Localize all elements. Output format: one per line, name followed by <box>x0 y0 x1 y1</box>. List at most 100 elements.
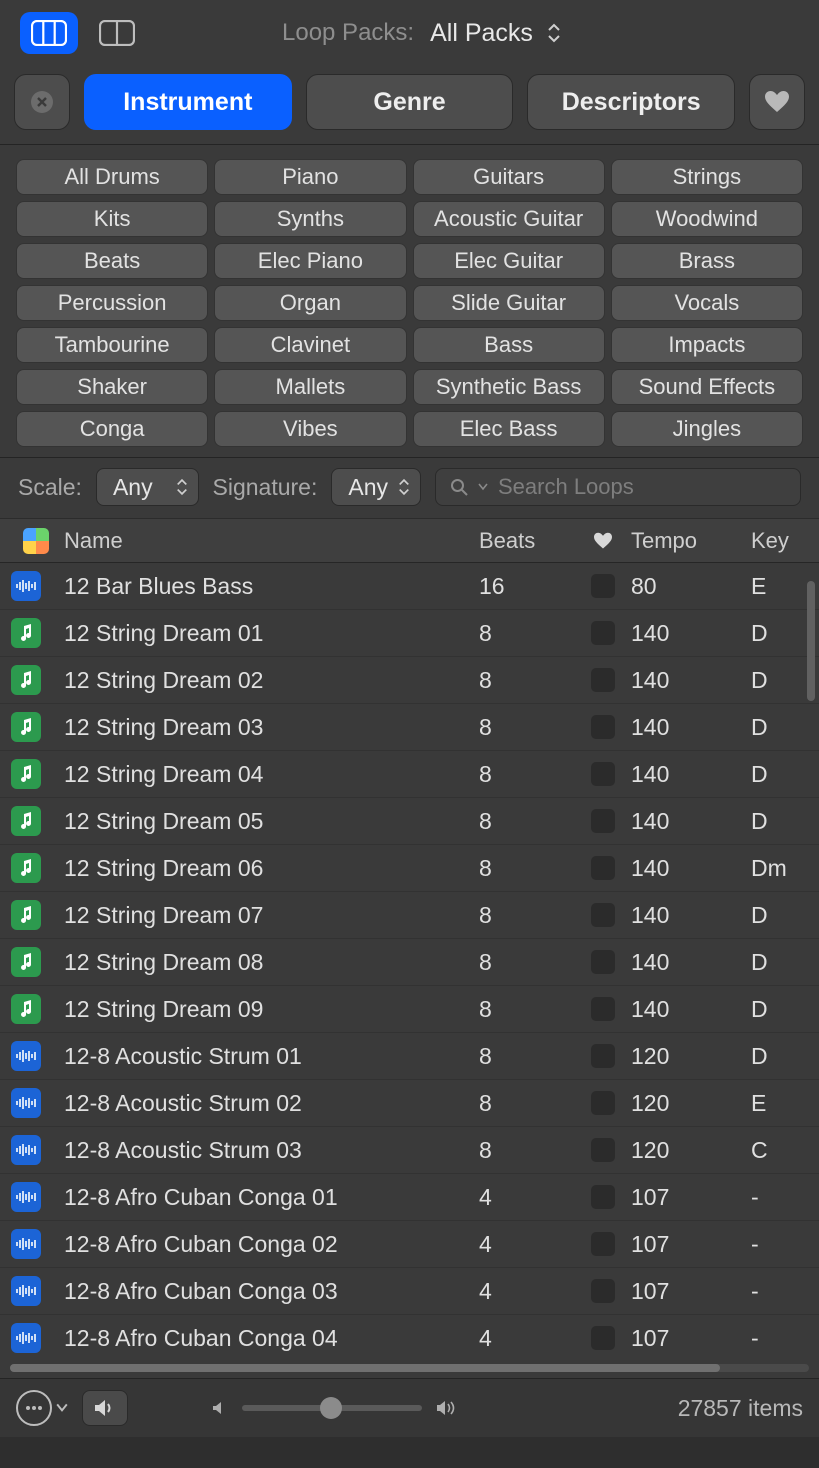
tag-synthetic-bass[interactable]: Synthetic Bass <box>413 369 605 405</box>
close-circle-icon <box>30 90 54 114</box>
tag-vocals[interactable]: Vocals <box>611 285 803 321</box>
table-row[interactable]: 12 String Dream 068140Dm <box>0 845 819 892</box>
tag-synths[interactable]: Synths <box>214 201 406 237</box>
signature-popup[interactable]: Any <box>331 468 421 506</box>
tag-strings[interactable]: Strings <box>611 159 803 195</box>
loop-tempo: 140 <box>631 620 751 647</box>
table-row[interactable]: 12 String Dream 098140D <box>0 986 819 1033</box>
table-row[interactable]: 12 String Dream 038140D <box>0 704 819 751</box>
favorite-checkbox[interactable] <box>591 668 615 692</box>
loop-packs-select[interactable]: All Packs <box>430 19 561 48</box>
table-row[interactable]: 12-8 Afro Cuban Conga 034107- <box>0 1268 819 1315</box>
options-menu[interactable] <box>16 1390 68 1426</box>
more-options-button[interactable] <box>16 1390 52 1426</box>
favorite-checkbox[interactable] <box>591 997 615 1021</box>
table-row[interactable]: 12-8 Acoustic Strum 028120E <box>0 1080 819 1127</box>
scrollbar-thumb[interactable] <box>10 1364 720 1372</box>
volume-slider[interactable] <box>242 1405 422 1411</box>
tab-genre[interactable]: Genre <box>306 74 514 130</box>
favorite-checkbox[interactable] <box>591 715 615 739</box>
favorite-checkbox[interactable] <box>591 762 615 786</box>
tab-descriptors[interactable]: Descriptors <box>527 74 735 130</box>
favorite-checkbox[interactable] <box>591 1138 615 1162</box>
table-row[interactable]: 12-8 Afro Cuban Conga 044107- <box>0 1315 819 1359</box>
tag-shaker[interactable]: Shaker <box>16 369 208 405</box>
favorite-checkbox[interactable] <box>591 1326 615 1350</box>
table-row[interactable]: 12-8 Afro Cuban Conga 024107- <box>0 1221 819 1268</box>
loop-key: E <box>751 573 805 600</box>
tag-piano[interactable]: Piano <box>214 159 406 195</box>
col-tempo[interactable]: Tempo <box>631 528 751 554</box>
col-key[interactable]: Key <box>751 528 805 554</box>
table-row[interactable]: 12 String Dream 028140D <box>0 657 819 704</box>
view-columns-3-button[interactable] <box>20 12 78 54</box>
table-row[interactable]: 12 Bar Blues Bass1680E <box>0 563 819 610</box>
tag-organ[interactable]: Organ <box>214 285 406 321</box>
loop-name: 12-8 Afro Cuban Conga 03 <box>58 1278 479 1305</box>
tag-percussion[interactable]: Percussion <box>16 285 208 321</box>
tag-mallets[interactable]: Mallets <box>214 369 406 405</box>
slider-knob[interactable] <box>320 1397 342 1419</box>
table-row[interactable]: 12 String Dream 058140D <box>0 798 819 845</box>
loop-beats: 8 <box>479 1043 575 1070</box>
col-name[interactable]: Name <box>58 528 479 554</box>
scrollbar-thumb[interactable] <box>807 581 815 701</box>
favorites-toggle[interactable] <box>749 74 805 130</box>
favorite-checkbox[interactable] <box>591 1091 615 1115</box>
table-row[interactable]: 12-8 Afro Cuban Conga 014107- <box>0 1174 819 1221</box>
favorite-checkbox[interactable] <box>591 950 615 974</box>
tag-acoustic-guitar[interactable]: Acoustic Guitar <box>413 201 605 237</box>
table-row[interactable]: 12-8 Acoustic Strum 038120C <box>0 1127 819 1174</box>
tag-guitars[interactable]: Guitars <box>413 159 605 195</box>
loop-beats: 8 <box>479 620 575 647</box>
tag-elec-piano[interactable]: Elec Piano <box>214 243 406 279</box>
tag-bass[interactable]: Bass <box>413 327 605 363</box>
tag-vibes[interactable]: Vibes <box>214 411 406 447</box>
table-row[interactable]: 12 String Dream 018140D <box>0 610 819 657</box>
tag-elec-guitar[interactable]: Elec Guitar <box>413 243 605 279</box>
tag-brass[interactable]: Brass <box>611 243 803 279</box>
favorite-checkbox[interactable] <box>591 1044 615 1068</box>
tag-slide-guitar[interactable]: Slide Guitar <box>413 285 605 321</box>
col-loop-type[interactable] <box>14 528 58 554</box>
loop-packs-value: All Packs <box>430 19 533 48</box>
favorite-checkbox[interactable] <box>591 856 615 880</box>
favorite-checkbox[interactable] <box>591 621 615 645</box>
tag-all-drums[interactable]: All Drums <box>16 159 208 195</box>
tag-woodwind[interactable]: Woodwind <box>611 201 803 237</box>
preview-play-button[interactable] <box>82 1390 128 1426</box>
tag-beats[interactable]: Beats <box>16 243 208 279</box>
tag-kits[interactable]: Kits <box>16 201 208 237</box>
audio-loop-icon <box>11 1135 41 1165</box>
tag-tambourine[interactable]: Tambourine <box>16 327 208 363</box>
tag-conga[interactable]: Conga <box>16 411 208 447</box>
favorite-checkbox[interactable] <box>591 903 615 927</box>
favorite-checkbox[interactable] <box>591 809 615 833</box>
clear-filters-button[interactable] <box>14 74 70 130</box>
tag-jingles[interactable]: Jingles <box>611 411 803 447</box>
loop-tempo: 120 <box>631 1137 751 1164</box>
table-row[interactable]: 12-8 Acoustic Strum 018120D <box>0 1033 819 1080</box>
tag-elec-bass[interactable]: Elec Bass <box>413 411 605 447</box>
tag-clavinet[interactable]: Clavinet <box>214 327 406 363</box>
favorite-checkbox[interactable] <box>591 1232 615 1256</box>
favorite-checkbox[interactable] <box>591 1279 615 1303</box>
col-favorite[interactable] <box>575 532 631 550</box>
vertical-scrollbar[interactable] <box>805 563 817 1359</box>
horizontal-scrollbar[interactable] <box>0 1359 819 1379</box>
table-row[interactable]: 12 String Dream 078140D <box>0 892 819 939</box>
search-field[interactable] <box>435 468 801 506</box>
scale-label: Scale: <box>18 474 82 501</box>
favorite-checkbox[interactable] <box>591 574 615 598</box>
tag-impacts[interactable]: Impacts <box>611 327 803 363</box>
tag-sound-effects[interactable]: Sound Effects <box>611 369 803 405</box>
col-beats[interactable]: Beats <box>479 528 575 554</box>
table-row[interactable]: 12 String Dream 048140D <box>0 751 819 798</box>
table-row[interactable]: 12 String Dream 088140D <box>0 939 819 986</box>
scale-popup[interactable]: Any <box>96 468 199 506</box>
view-columns-2-button[interactable] <box>88 12 146 54</box>
tab-instrument[interactable]: Instrument <box>84 74 292 130</box>
search-input[interactable] <box>498 474 786 500</box>
loop-name: 12-8 Acoustic Strum 03 <box>58 1137 479 1164</box>
favorite-checkbox[interactable] <box>591 1185 615 1209</box>
